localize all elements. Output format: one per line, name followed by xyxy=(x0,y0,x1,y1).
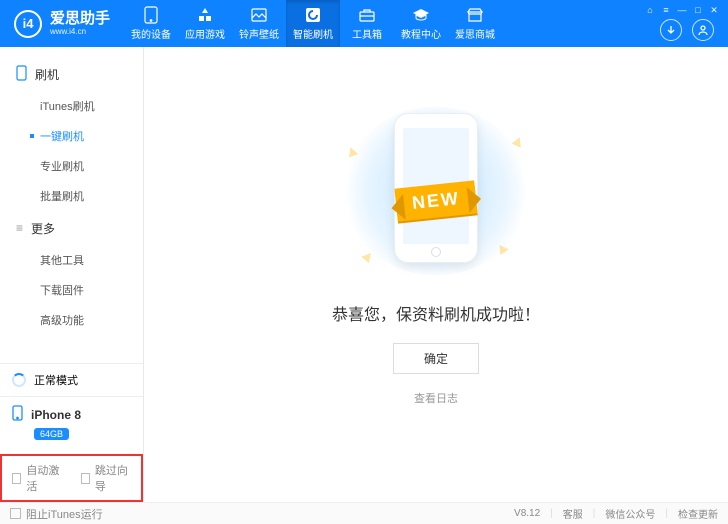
nav-apps[interactable]: 应用游戏 xyxy=(178,0,232,47)
spinner-icon xyxy=(12,373,26,387)
maximize-button[interactable]: □ xyxy=(692,4,704,16)
version-label: V8.12 xyxy=(514,508,540,519)
sidebar-item-itunes-flash[interactable]: iTunes刷机 xyxy=(0,91,143,121)
checkbox-block-itunes[interactable]: 阻止iTunes运行 xyxy=(10,506,103,522)
sidebar-section-flash: 刷机 xyxy=(0,57,143,91)
sidebar-item-oneclick-flash[interactable]: 一键刷机 xyxy=(0,121,143,151)
shopping-icon[interactable]: ⌂ xyxy=(644,4,656,16)
device-info[interactable]: iPhone 8 64GB xyxy=(0,396,143,454)
check-update-link[interactable]: 检查更新 xyxy=(678,506,718,521)
nav-tools[interactable]: 工具箱 xyxy=(340,0,394,47)
view-log-link[interactable]: 查看日志 xyxy=(414,390,458,406)
apps-icon xyxy=(196,6,214,24)
menu-icon[interactable]: ≡ xyxy=(660,4,672,16)
sidebar-section-more: ≡ 更多 xyxy=(0,211,143,245)
checkbox-icon xyxy=(81,473,90,484)
sidebar: 刷机 iTunes刷机 一键刷机 专业刷机 批量刷机 ≡ 更多 其他工具 下载固… xyxy=(0,47,144,502)
store-icon xyxy=(466,6,484,24)
brand-logo: i4 爱思助手 www.i4.cn xyxy=(0,10,124,38)
checkbox-icon xyxy=(12,473,21,484)
phone-outline-icon xyxy=(16,65,27,84)
ok-button[interactable]: 确定 xyxy=(393,343,479,374)
success-message: 恭喜您，保资料刷机成功啦！ xyxy=(332,301,540,325)
sidebar-item-pro-flash[interactable]: 专业刷机 xyxy=(0,151,143,181)
wechat-link[interactable]: 微信公众号 xyxy=(605,506,655,521)
list-icon: ≡ xyxy=(16,221,23,235)
support-link[interactable]: 客服 xyxy=(563,506,583,521)
graduation-icon xyxy=(412,6,430,24)
toolbox-icon xyxy=(358,6,376,24)
phone-icon xyxy=(142,6,160,24)
footer: 阻止iTunes运行 V8.12 | 客服 | 微信公众号 | 检查更新 xyxy=(0,502,728,524)
minimize-button[interactable]: — xyxy=(676,4,688,16)
nav-store[interactable]: 爱思商城 xyxy=(448,0,502,47)
download-button[interactable] xyxy=(660,19,682,41)
checkbox-skip-wizard[interactable]: 跳过向导 xyxy=(81,462,132,494)
device-phone-icon xyxy=(12,405,23,424)
nav-my-device[interactable]: 我的设备 xyxy=(124,0,178,47)
image-icon xyxy=(250,6,268,24)
sidebar-item-download-firmware[interactable]: 下载固件 xyxy=(0,275,143,305)
nav-flash[interactable]: 智能刷机 xyxy=(286,0,340,47)
refresh-icon xyxy=(304,6,322,24)
nav-tutorials[interactable]: 教程中心 xyxy=(394,0,448,47)
sidebar-item-advanced[interactable]: 高级功能 xyxy=(0,305,143,335)
success-illustration: NEW xyxy=(341,107,531,275)
logo-icon: i4 xyxy=(14,10,42,38)
checkbox-icon xyxy=(10,508,21,519)
sidebar-item-batch-flash[interactable]: 批量刷机 xyxy=(0,181,143,211)
main-content: NEW 恭喜您，保资料刷机成功啦！ 确定 查看日志 xyxy=(144,47,728,502)
nav-ringtones[interactable]: 铃声壁纸 xyxy=(232,0,286,47)
options-highlighted: 自动激活 跳过向导 xyxy=(0,454,143,502)
user-button[interactable] xyxy=(692,19,714,41)
device-status: 正常模式 xyxy=(0,363,143,396)
checkbox-auto-activate[interactable]: 自动激活 xyxy=(12,462,63,494)
brand-url: www.i4.cn xyxy=(50,28,110,36)
brand-name: 爱思助手 xyxy=(50,11,110,26)
sidebar-item-other-tools[interactable]: 其他工具 xyxy=(0,245,143,275)
storage-badge: 64GB xyxy=(34,428,69,440)
device-name: iPhone 8 xyxy=(31,408,81,422)
close-button[interactable]: ✕ xyxy=(708,4,720,16)
